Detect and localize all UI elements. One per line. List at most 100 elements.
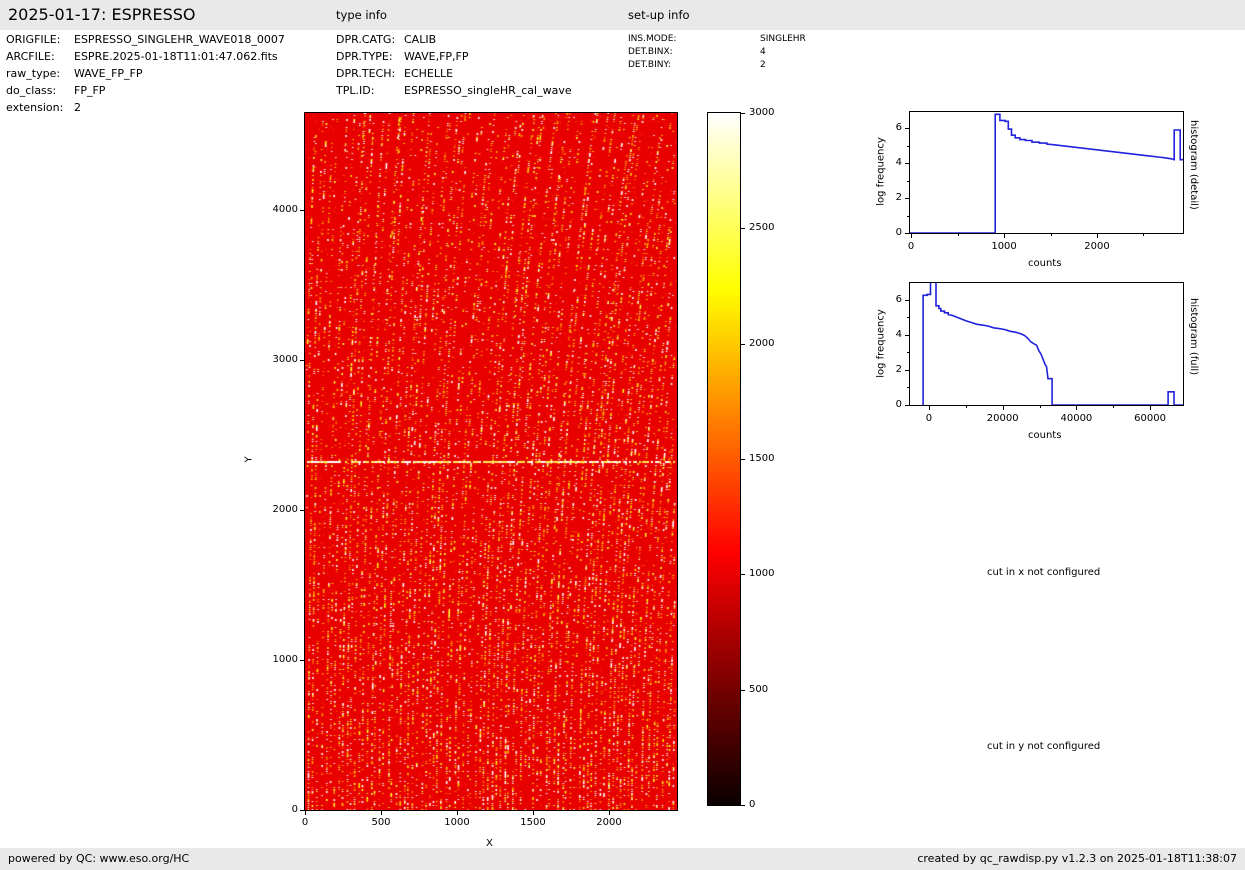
field-label: DPR.TYPE: (336, 50, 393, 63)
field-value: ESPRE.2025-01-18T11:01:47.062.fits (74, 50, 278, 63)
tick-mark (300, 210, 304, 211)
field-label: INS.MODE: (628, 34, 676, 44)
field-value: ECHELLE (404, 67, 453, 80)
tick-mark (1040, 406, 1041, 408)
tick-label: 1000 (427, 817, 487, 828)
type-info-row: DPR.CATG:CALIB (336, 33, 395, 46)
tick-label: 3000 (248, 354, 298, 365)
raw-frame-image (305, 113, 677, 810)
tick-mark (905, 233, 909, 234)
type-info-row: TPL.ID:ESPRESSO_singleHR_cal_wave (336, 84, 374, 97)
tick-label: 6 (852, 122, 902, 133)
field-value: 4 (760, 47, 766, 57)
tick-label: 2 (852, 192, 902, 203)
tick-mark (966, 406, 967, 408)
tick-mark (741, 805, 745, 806)
tick-mark (1113, 406, 1114, 408)
tick-label: 4 (852, 329, 902, 340)
page-title: 2025-01-17: ESPRESSO (8, 5, 196, 24)
histogram-detail-plot (909, 111, 1184, 234)
tick-label: 500 (351, 817, 411, 828)
tick-mark (741, 574, 745, 575)
field-label: DET.BINX: (628, 47, 673, 57)
cut-y-note: cut in y not configured (987, 741, 1100, 752)
field-value: CALIB (404, 33, 436, 46)
field-label: DET.BINY: (628, 60, 671, 70)
tick-mark (741, 228, 745, 229)
field-label: do_class: (6, 84, 56, 97)
tick-label: 20000 (973, 413, 1033, 424)
tick-mark (300, 660, 304, 661)
footer-right-text: created by qc_rawdisp.py v1.2.3 on 2025-… (917, 852, 1237, 865)
tick-mark (533, 811, 534, 815)
tick-mark (907, 387, 909, 388)
tick-label: 1000 (974, 241, 1034, 252)
tick-mark (911, 234, 912, 238)
tick-mark (905, 335, 909, 336)
colorbar-tick-label: 2500 (749, 222, 774, 233)
tick-label: 0 (852, 227, 902, 238)
tick-mark (609, 811, 610, 815)
histogram-full-side-label: histogram (full) (1188, 298, 1199, 375)
tick-mark (905, 370, 909, 371)
footer-left-text: powered by QC: www.eso.org/HC (8, 852, 189, 865)
tick-label: 0 (248, 804, 298, 815)
tick-mark (905, 300, 909, 301)
histogram-detail-xlabel: counts (1028, 258, 1061, 269)
tick-mark (1150, 406, 1151, 410)
tick-mark (741, 344, 745, 345)
field-label: TPL.ID: (336, 84, 374, 97)
tick-mark (741, 690, 745, 691)
colorbar-tick-label: 1000 (749, 568, 774, 579)
field-value: FP_FP (74, 84, 105, 97)
tick-mark (907, 216, 909, 217)
tick-mark (457, 811, 458, 815)
cut-x-note: cut in x not configured (987, 567, 1100, 578)
tick-mark (907, 146, 909, 147)
field-label: ARCFILE: (6, 50, 55, 63)
tick-mark (300, 810, 304, 811)
histogram-full-plot (909, 282, 1184, 406)
tick-label: 4000 (248, 204, 298, 215)
tick-label: 0 (852, 399, 902, 410)
tick-mark (741, 459, 745, 460)
tick-mark (1097, 234, 1098, 238)
tick-mark (300, 360, 304, 361)
tick-label: 2000 (248, 504, 298, 515)
tick-mark (929, 406, 930, 410)
tick-label: 0 (899, 413, 959, 424)
file-info-row: ARCFILE:ESPRE.2025-01-18T11:01:47.062.fi… (6, 50, 55, 63)
tick-mark (907, 317, 909, 318)
field-label: extension: (6, 101, 63, 114)
field-value: ESPRESSO_singleHR_cal_wave (404, 84, 572, 97)
colorbar-tick-label: 3000 (749, 107, 774, 118)
tick-mark (907, 352, 909, 353)
tick-label: 0 (881, 241, 941, 252)
type-info-row: DPR.TECH:ECHELLE (336, 67, 395, 80)
tick-label: 40000 (1046, 413, 1106, 424)
setup-info-heading: set-up info (628, 8, 690, 22)
setup-info-row: DET.BINY:2 (628, 60, 671, 70)
histogram-detail-side-label: histogram (detail) (1188, 120, 1199, 210)
histogram-detail-line (910, 112, 1183, 233)
tick-label: 1000 (248, 654, 298, 665)
tick-mark (958, 234, 959, 236)
tick-label: 2000 (1067, 241, 1127, 252)
histogram-full-xlabel: counts (1028, 430, 1061, 441)
field-label: ORIGFILE: (6, 33, 60, 46)
file-info-row: raw_type:WAVE_FP_FP (6, 67, 60, 80)
colorbar-tick-label: 0 (749, 799, 755, 810)
tick-mark (1004, 234, 1005, 238)
field-value: ESPRESSO_SINGLEHR_WAVE018_0007 (74, 33, 285, 46)
histogram-full-line (910, 283, 1183, 405)
tick-mark (905, 163, 909, 164)
tick-mark (381, 811, 382, 815)
field-value: WAVE,FP,FP (404, 50, 469, 63)
qc-report-page: 2025-01-17: ESPRESSO type info set-up in… (0, 0, 1245, 870)
file-info-row: do_class:FP_FP (6, 84, 56, 97)
field-value: 2 (760, 60, 766, 70)
main-yaxis-label: Y (244, 456, 255, 462)
field-value: WAVE_FP_FP (74, 67, 143, 80)
tick-label: 4 (852, 157, 902, 168)
field-label: raw_type: (6, 67, 60, 80)
